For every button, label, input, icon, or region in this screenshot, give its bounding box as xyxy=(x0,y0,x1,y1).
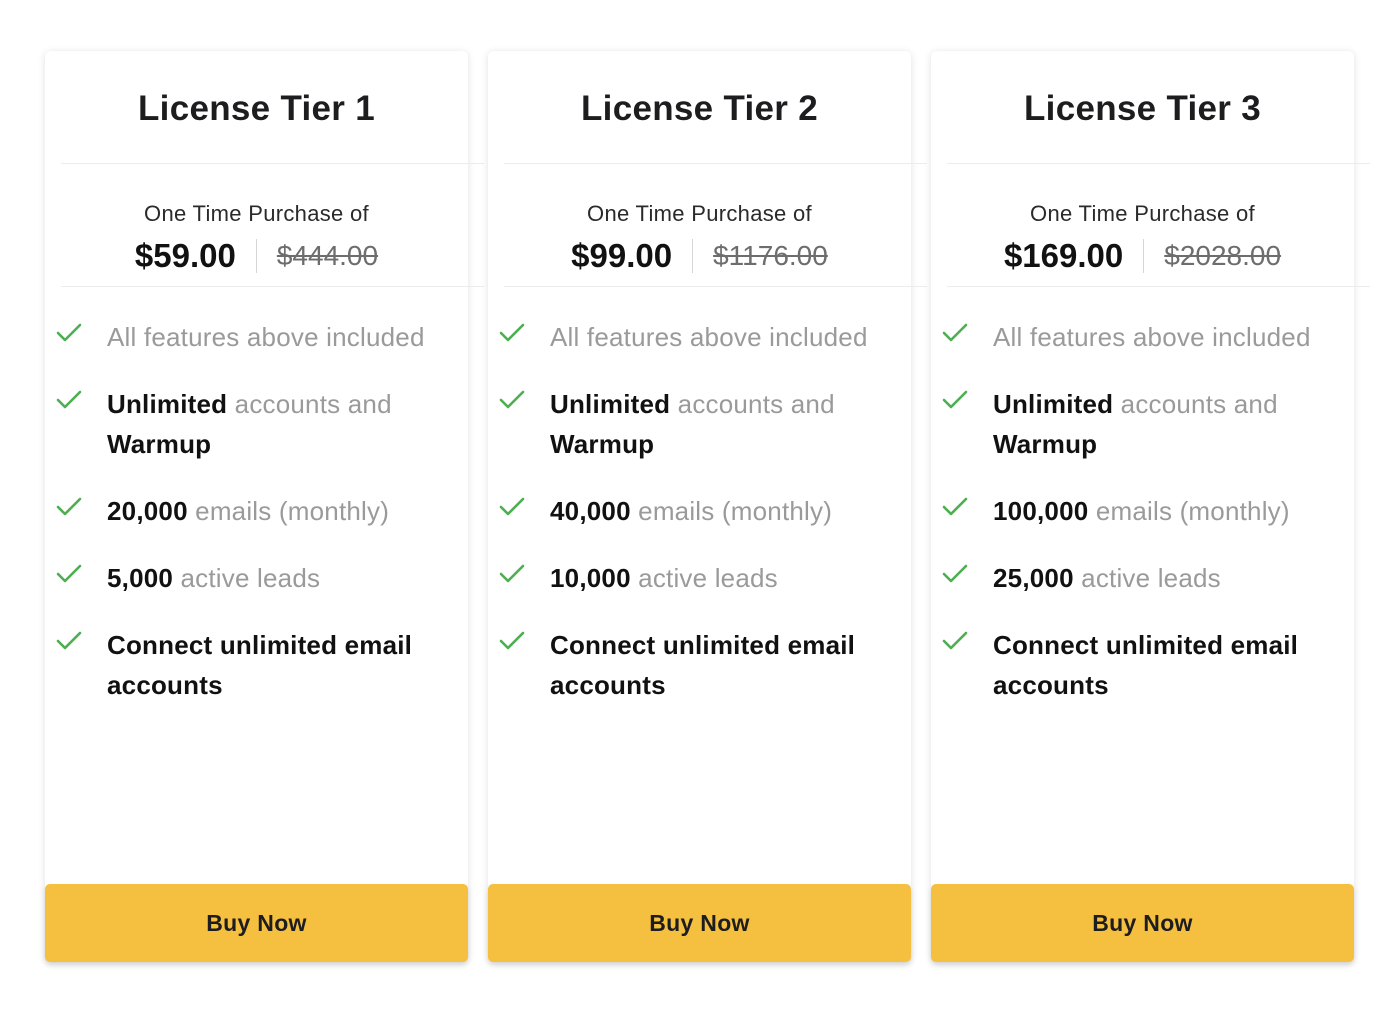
feature-list: All features above included Unlimited ac… xyxy=(498,317,891,732)
feature-strong: Unlimited xyxy=(993,389,1114,419)
pricing-card-tier-3: License Tier 3 One Time Purchase of $169… xyxy=(931,51,1370,962)
check-icon xyxy=(56,390,82,409)
feature-strong: Connect unlimited email accounts xyxy=(550,630,856,700)
feature-item: Unlimited accounts and Warmup xyxy=(498,384,891,464)
pricing-cards: License Tier 1 One Time Purchase of $59.… xyxy=(45,51,1370,962)
purchase-label: One Time Purchase of xyxy=(587,201,812,226)
pricing-card-tier-2: License Tier 2 One Time Purchase of $99.… xyxy=(488,51,927,962)
divider xyxy=(947,286,1370,287)
feature-text: accounts and xyxy=(670,389,835,419)
feature-strong: 5,000 xyxy=(107,563,174,593)
feature-item: 5,000 active leads xyxy=(55,558,448,598)
feature-text: All features above included xyxy=(550,322,868,352)
feature-item: Connect unlimited email accounts xyxy=(498,625,891,705)
feature-strong: Connect unlimited email accounts xyxy=(993,630,1299,700)
feature-strong: Unlimited xyxy=(550,389,671,419)
check-icon xyxy=(942,631,968,650)
price: $59.00 xyxy=(134,237,236,274)
check-icon xyxy=(56,631,82,650)
price-separator xyxy=(692,239,694,273)
feature-strong: 20,000 xyxy=(107,496,188,526)
feature-text: active leads xyxy=(630,563,778,593)
check-icon xyxy=(56,323,82,342)
check-icon xyxy=(942,564,968,583)
feature-text: emails (monthly) xyxy=(1088,496,1290,526)
feature-list: All features above included Unlimited ac… xyxy=(55,317,448,732)
price-separator xyxy=(1143,239,1145,273)
feature-item: 40,000 emails (monthly) xyxy=(498,491,891,531)
price-row: $99.00 $1176.00 xyxy=(488,235,911,277)
price: $169.00 xyxy=(1003,237,1124,274)
feature-text: active leads xyxy=(1073,563,1221,593)
feature-item: 20,000 emails (monthly) xyxy=(55,491,448,531)
purchase-label: One Time Purchase of xyxy=(144,201,369,226)
divider xyxy=(504,286,927,287)
buy-now-button[interactable]: Buy Now xyxy=(45,884,468,962)
divider xyxy=(504,163,927,164)
purchase-label: One Time Purchase of xyxy=(1030,201,1255,226)
feature-strong: Warmup xyxy=(993,429,1098,459)
feature-item: All features above included xyxy=(498,317,891,357)
feature-item: Unlimited accounts and Warmup xyxy=(941,384,1334,464)
feature-strong: Warmup xyxy=(107,429,212,459)
check-icon xyxy=(56,564,82,583)
old-price: $444.00 xyxy=(276,240,379,271)
old-price: $2028.00 xyxy=(1164,240,1282,271)
pricing-card-tier-1: License Tier 1 One Time Purchase of $59.… xyxy=(45,51,484,962)
price-row: $169.00 $2028.00 xyxy=(931,235,1354,277)
feature-strong: 100,000 xyxy=(993,496,1089,526)
check-icon xyxy=(942,390,968,409)
old-price: $1176.00 xyxy=(713,240,828,271)
check-icon xyxy=(499,631,525,650)
feature-item: Connect unlimited email accounts xyxy=(941,625,1334,705)
feature-item: Unlimited accounts and Warmup xyxy=(55,384,448,464)
feature-text: accounts and xyxy=(227,389,392,419)
card-title: License Tier 3 xyxy=(1023,89,1261,128)
check-icon xyxy=(499,323,525,342)
divider xyxy=(61,286,484,287)
divider xyxy=(61,163,484,164)
feature-text: active leads xyxy=(173,563,321,593)
feature-text: All features above included xyxy=(107,322,425,352)
card-title: License Tier 2 xyxy=(580,89,818,128)
price-row: $59.00 $444.00 xyxy=(45,235,468,277)
feature-strong: Unlimited xyxy=(107,389,228,419)
feature-item: Connect unlimited email accounts xyxy=(55,625,448,705)
feature-text: accounts and xyxy=(1113,389,1278,419)
price-separator xyxy=(255,239,257,273)
feature-text: emails (monthly) xyxy=(630,496,833,526)
check-icon xyxy=(942,497,968,516)
feature-strong: Warmup xyxy=(550,429,655,459)
buy-now-button[interactable]: Buy Now xyxy=(931,884,1354,962)
feature-strong: Connect unlimited email accounts xyxy=(107,630,413,700)
check-icon xyxy=(499,390,525,409)
check-icon xyxy=(56,497,82,516)
feature-list: All features above included Unlimited ac… xyxy=(941,317,1334,732)
price: $99.00 xyxy=(571,237,673,274)
check-icon xyxy=(942,323,968,342)
feature-text: emails (monthly) xyxy=(187,496,390,526)
feature-strong: 10,000 xyxy=(550,563,631,593)
divider xyxy=(947,163,1370,164)
feature-item: All features above included xyxy=(55,317,448,357)
feature-item: All features above included xyxy=(941,317,1334,357)
buy-now-button[interactable]: Buy Now xyxy=(488,884,911,962)
feature-strong: 25,000 xyxy=(993,563,1074,593)
check-icon xyxy=(499,564,525,583)
feature-item: 25,000 active leads xyxy=(941,558,1334,598)
check-icon xyxy=(499,497,525,516)
feature-item: 100,000 emails (monthly) xyxy=(941,491,1334,531)
card-title: License Tier 1 xyxy=(137,89,375,128)
feature-strong: 40,000 xyxy=(550,496,631,526)
feature-text: All features above included xyxy=(993,322,1311,352)
feature-item: 10,000 active leads xyxy=(498,558,891,598)
